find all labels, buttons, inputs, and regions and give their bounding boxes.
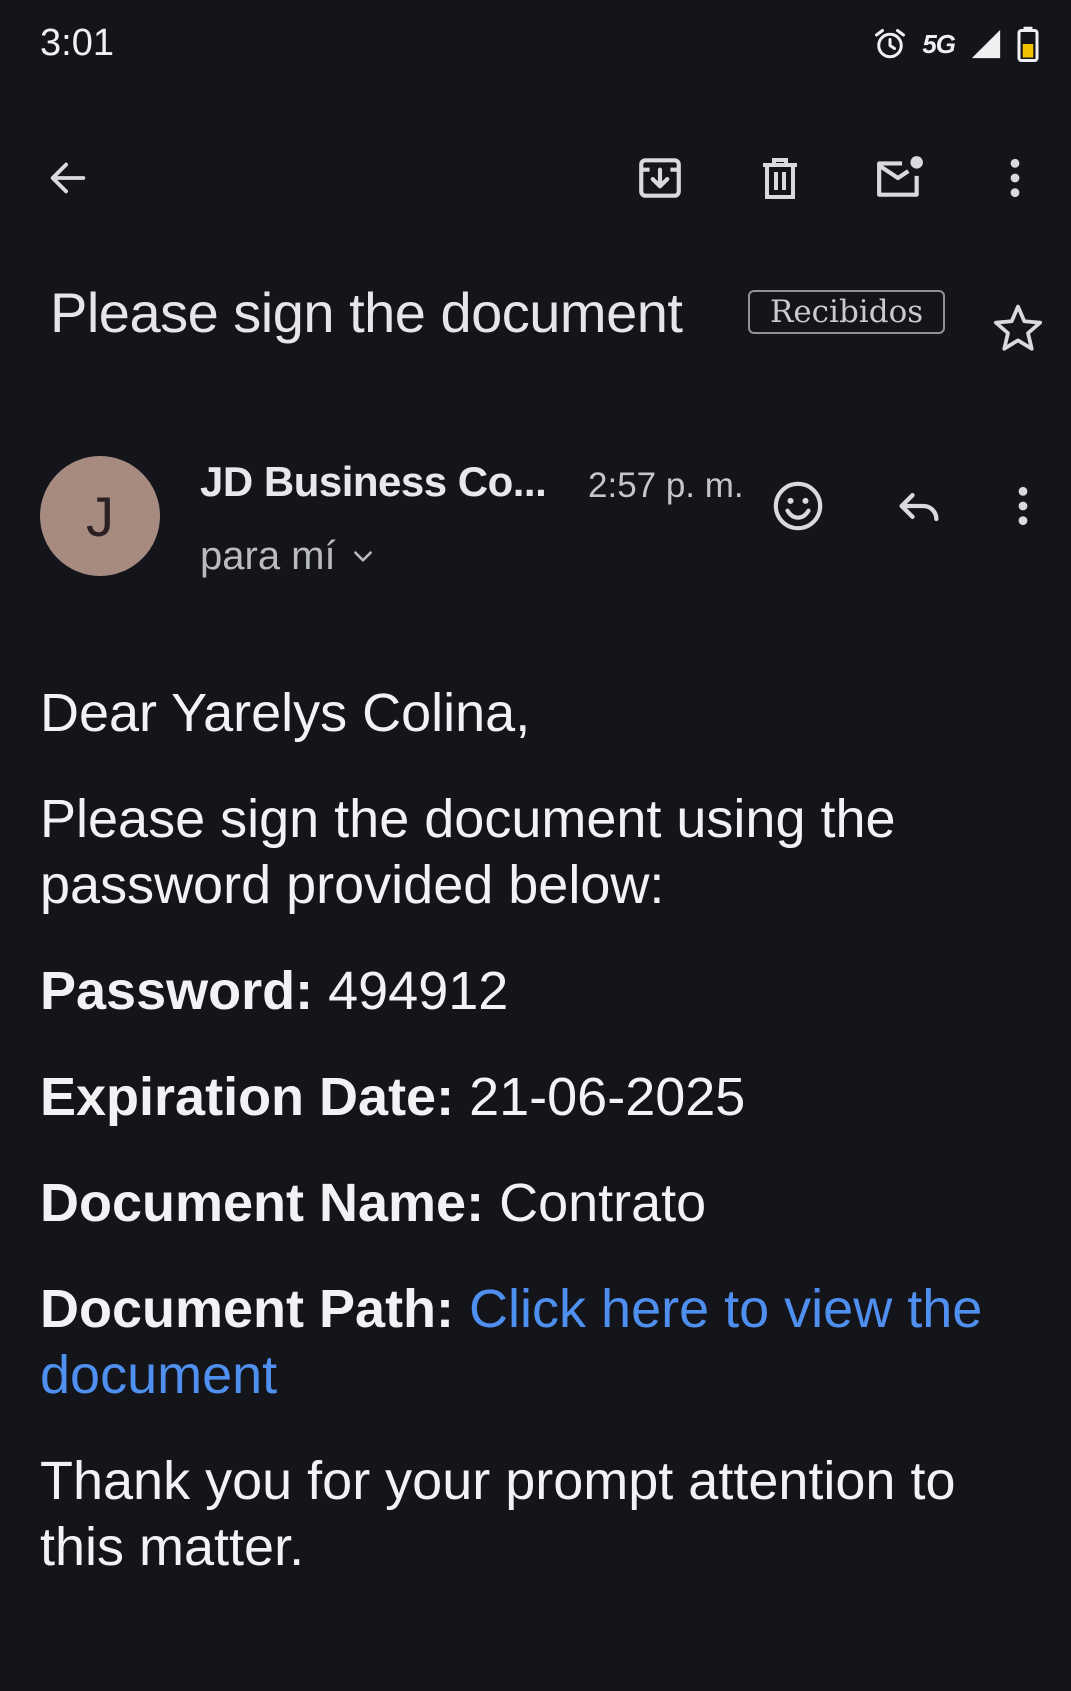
status-icons: 5G: [872, 26, 1039, 62]
signal-icon: [971, 29, 1001, 59]
inbox-label-chip[interactable]: Recibidos: [748, 290, 946, 334]
star-button[interactable]: [990, 300, 1046, 361]
battery-icon: [1017, 26, 1039, 62]
password-line: Password: 494912: [40, 958, 1030, 1024]
more-vert-icon: [1018, 486, 1028, 526]
password-value: 494912: [328, 961, 509, 1021]
reply-button[interactable]: [893, 480, 945, 537]
alarm-icon: [875, 29, 906, 59]
mark-unread-icon: [877, 156, 923, 197]
back-button[interactable]: [38, 148, 98, 208]
sent-time: 2:57 p. m.: [588, 466, 744, 505]
password-label: Password:: [40, 961, 314, 1021]
recipient-toggle[interactable]: para mí: [200, 534, 376, 579]
document-path-label: Document Path:: [40, 1279, 455, 1339]
expiration-line: Expiration Date: 21-06-2025: [40, 1064, 1030, 1130]
expiration-label: Expiration Date:: [40, 1067, 455, 1127]
avatar[interactable]: J: [40, 456, 160, 576]
arrow-back-icon: [50, 162, 86, 194]
reply-icon: [899, 493, 939, 522]
chevron-down-icon: [353, 550, 372, 562]
react-button[interactable]: [770, 478, 826, 539]
emoji-icon: [773, 481, 823, 531]
email-body: Dear Yarelys Colina, Please sign the doc…: [40, 680, 1030, 1620]
closing-text: Thank you for your prompt attention to t…: [40, 1451, 956, 1577]
greeting: Dear Yarelys Colina,: [40, 683, 531, 743]
document-name-line: Document Name: Contrato: [40, 1170, 1030, 1236]
star-icon: [993, 304, 1043, 351]
archive-button[interactable]: [630, 148, 690, 208]
more-options-button[interactable]: [985, 148, 1045, 208]
status-time: 3:01: [40, 22, 114, 64]
email-subject: Please sign the document: [50, 281, 683, 344]
document-name-label: Document Name:: [40, 1173, 485, 1233]
document-path-line: Document Path: Click here to view the do…: [40, 1276, 1030, 1408]
network-label: 5G: [922, 28, 956, 59]
intro-text: Please sign the document using the passw…: [40, 789, 896, 915]
archive-icon: [639, 158, 681, 198]
sender-name[interactable]: JD Business Co...: [200, 458, 547, 506]
more-vert-icon: [1010, 158, 1020, 198]
recipient-label: para mí: [200, 534, 336, 578]
delete-button[interactable]: [750, 148, 810, 208]
expiration-value: 21-06-2025: [469, 1067, 746, 1127]
delete-icon: [763, 158, 797, 199]
document-name-value: Contrato: [499, 1173, 707, 1233]
message-more-button[interactable]: [1016, 484, 1030, 533]
mark-unread-button[interactable]: [870, 148, 930, 208]
